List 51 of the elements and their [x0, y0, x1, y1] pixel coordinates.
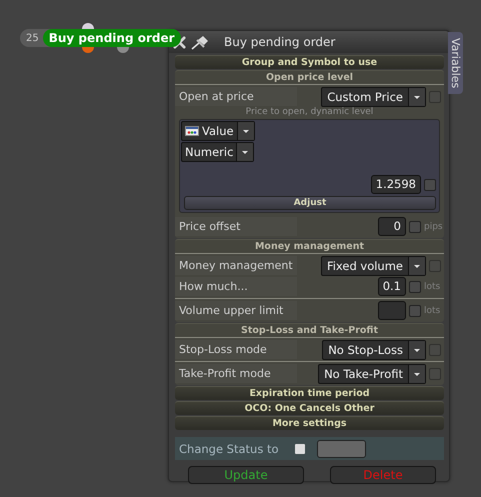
dropdown[interactable]: Numeric	[181, 142, 254, 162]
dropdown[interactable]: Value	[181, 121, 255, 141]
field-label: How much...	[175, 277, 297, 296]
unit-label: lots	[424, 306, 441, 316]
field-label: Price offset	[175, 217, 297, 236]
field-label: Open at price	[175, 87, 297, 106]
value-icon	[185, 126, 199, 136]
checkbox[interactable]	[424, 178, 436, 190]
checkbox[interactable]	[429, 344, 441, 356]
dropdown[interactable]: No Take-Profit	[318, 364, 426, 384]
field-label: Stop-Loss mode	[175, 340, 297, 359]
dropdown[interactable]: Custom Price	[321, 86, 426, 106]
section-header[interactable]: Group and Symbol to use	[175, 55, 444, 69]
adjust-button[interactable]: Adjust	[184, 196, 436, 210]
port-icon[interactable]	[82, 23, 94, 29]
checkbox[interactable]	[295, 444, 305, 454]
checkbox[interactable]	[429, 260, 441, 272]
checkbox[interactable]	[429, 90, 441, 102]
unit-label: pips	[424, 222, 441, 232]
number-field[interactable]: 0.1	[378, 277, 406, 296]
section-header[interactable]: Money management	[175, 239, 444, 253]
status-label: Change Status to	[178, 442, 280, 456]
unit-label: lots	[424, 282, 441, 292]
status-field[interactable]	[317, 440, 366, 458]
checkbox[interactable]	[409, 304, 421, 316]
number-field[interactable]	[378, 301, 406, 320]
checkbox[interactable]	[409, 280, 421, 292]
field-label: Take-Profit mode	[175, 364, 297, 383]
pin-icon[interactable]	[190, 34, 210, 50]
dropdown[interactable]: Fixed volume	[320, 256, 426, 276]
number-field[interactable]: 1.2598	[370, 175, 421, 194]
port-icon[interactable]	[82, 47, 94, 53]
dropdown[interactable]: No Stop-Loss	[322, 340, 426, 360]
side-tab[interactable]: Variables	[448, 32, 463, 94]
field-label: Money management	[175, 256, 297, 275]
number-field[interactable]: 0	[378, 217, 406, 236]
checkbox[interactable]	[409, 220, 421, 232]
section-header[interactable]: More settings	[175, 416, 444, 430]
section-header[interactable]: Open price level	[175, 70, 444, 84]
port-icon[interactable]	[117, 47, 129, 53]
node-label[interactable]: Buy pending order	[42, 29, 181, 47]
close-icon[interactable]	[173, 36, 186, 48]
field-label: Volume upper limit	[175, 301, 297, 320]
section-header[interactable]: Expiration time period	[175, 386, 444, 400]
caption-text: Price to open, dynamic level	[244, 107, 374, 118]
window-title: Buy pending order	[224, 35, 336, 49]
section-header[interactable]: Stop-Loss and Take-Profit	[175, 323, 444, 337]
update-button[interactable]: Update	[188, 466, 304, 484]
checkbox[interactable]	[429, 368, 441, 380]
section-header[interactable]: OCO: One Cancels Other	[175, 401, 444, 415]
node-number: 25	[25, 32, 40, 44]
